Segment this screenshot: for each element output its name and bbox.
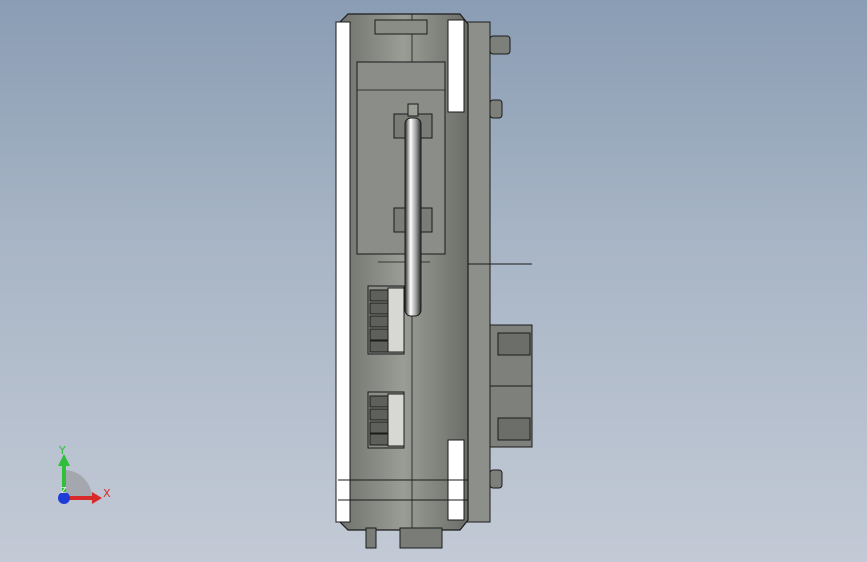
terminal-block-1 xyxy=(367,285,405,355)
bottom-feet xyxy=(365,527,443,549)
z-axis-label: Z xyxy=(61,486,67,495)
cad-viewport[interactable]: Y X Z xyxy=(0,0,867,562)
side-connector xyxy=(489,324,533,448)
drive-housing xyxy=(335,13,469,531)
servo-drive-model[interactable] xyxy=(0,0,867,562)
coordinate-triad: Y X Z xyxy=(58,444,111,504)
terminal-block-2 xyxy=(367,391,405,449)
y-axis-label: Y xyxy=(58,444,66,457)
x-axis-label: X xyxy=(103,487,111,500)
